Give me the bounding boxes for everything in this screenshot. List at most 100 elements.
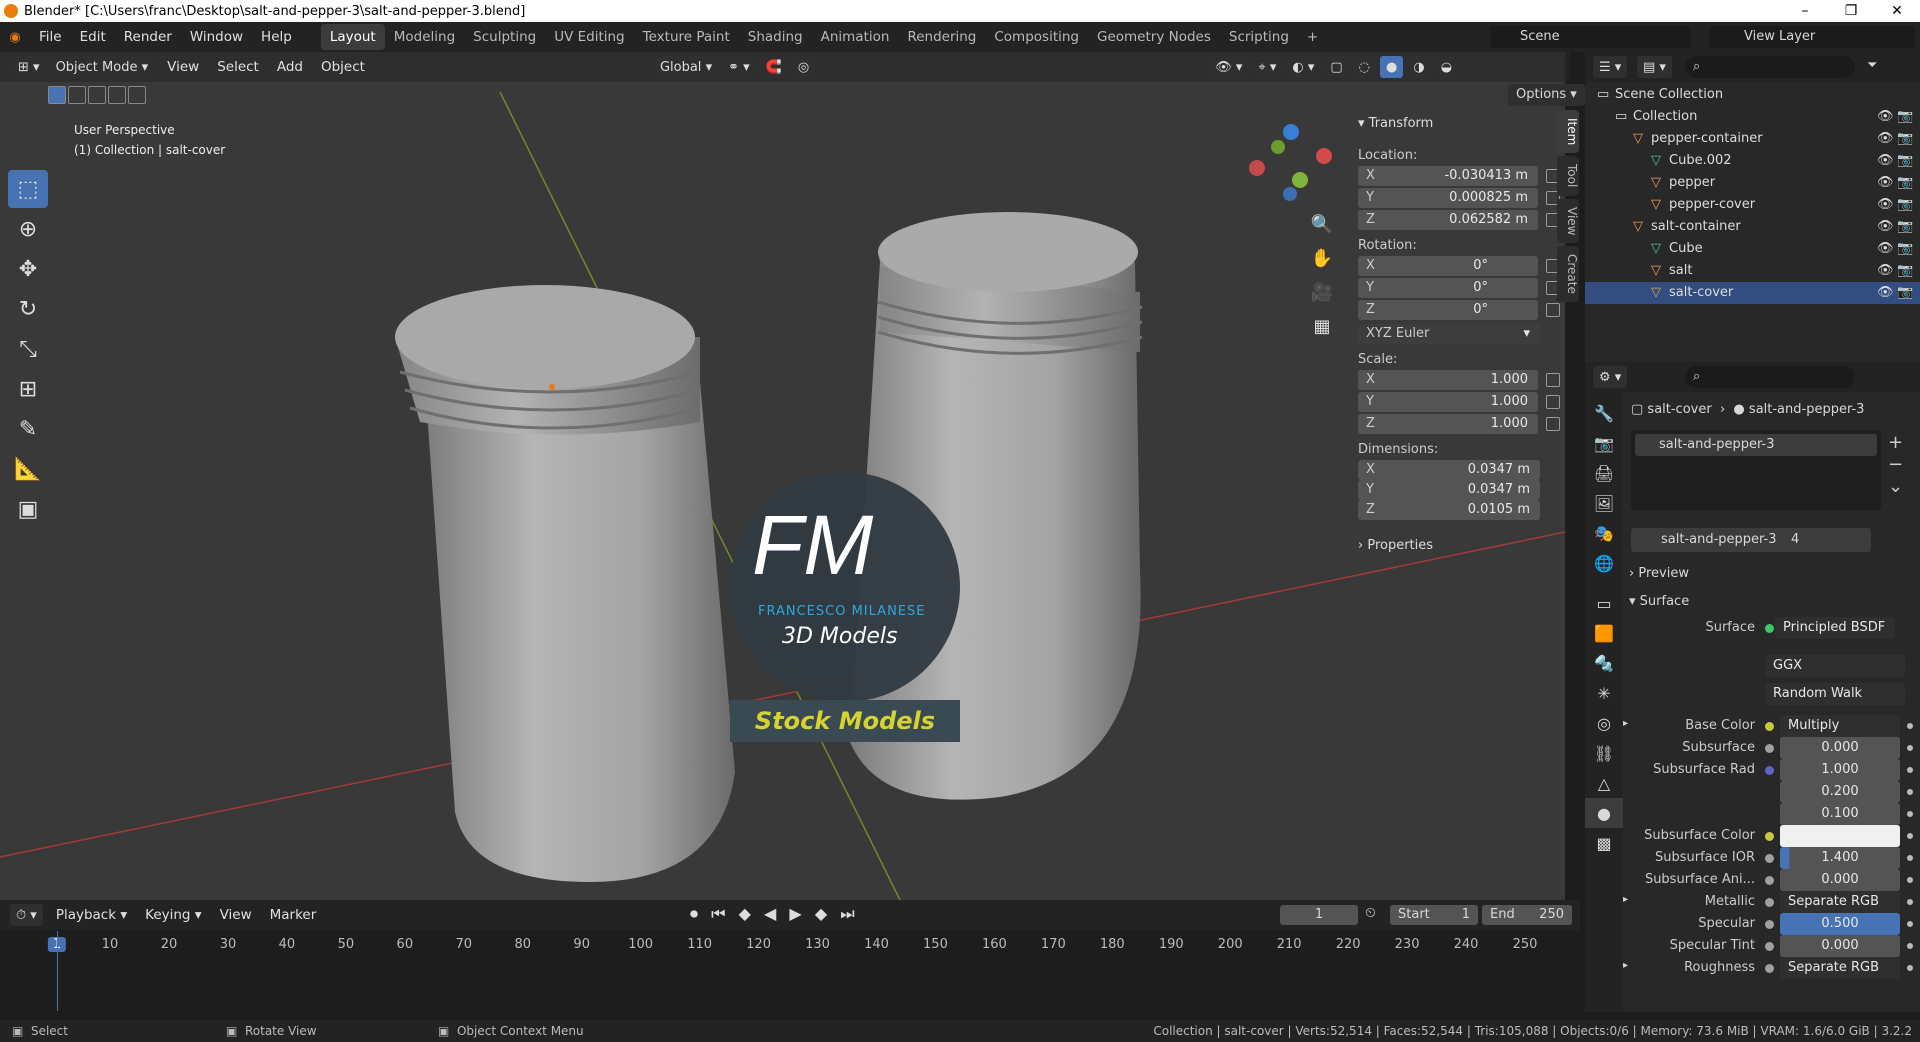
cursor-tool[interactable]: ⊕ [8, 210, 48, 248]
shading-material-icon[interactable]: ◑ [1407, 56, 1431, 78]
pivot-icon[interactable]: ⚭ ▾ [722, 56, 756, 78]
keyframe-dot[interactable] [1907, 745, 1913, 751]
property-link-field[interactable]: Multiply [1780, 715, 1900, 737]
particles-icon[interactable]: ✳ [1585, 678, 1623, 708]
xray-icon[interactable]: ▢ [1324, 56, 1349, 78]
property-value-field[interactable]: 0.100 [1780, 803, 1900, 825]
tab-create[interactable]: Create [1557, 246, 1579, 302]
output-properties-icon[interactable]: 🖨 [1585, 458, 1623, 488]
salt-shaker[interactable] [395, 285, 735, 882]
scene-properties-icon[interactable]: 🎭 [1585, 518, 1623, 548]
rotation-mode-dropdown[interactable]: XYZ Euler ▾ [1358, 324, 1540, 344]
keyframe-dot[interactable] [1907, 965, 1913, 971]
filter-icon[interactable]: ⏷ [1867, 58, 1877, 73]
keyframe-dot[interactable] [1907, 943, 1913, 949]
shading-wireframe-icon[interactable]: ◌ [1352, 56, 1377, 78]
playhead[interactable] [57, 931, 58, 1011]
remove-slot-icon[interactable]: − [1888, 454, 1903, 476]
render-camera-icon[interactable]: 📷 [1897, 109, 1913, 124]
tab-rendering[interactable]: Rendering [898, 24, 985, 50]
options-dropdown[interactable]: Options ▾ [1508, 84, 1585, 106]
mode-dropdown[interactable]: Object Mode ▾ [49, 56, 155, 78]
select-subtract-icon[interactable] [88, 86, 106, 104]
world-properties-icon[interactable]: 🌐 [1585, 548, 1623, 578]
material-datablock[interactable]: salt-and-pepper-3 4 [1631, 528, 1871, 552]
visibility-eye-icon[interactable]: 👁 [1877, 285, 1894, 300]
keyframe-dot[interactable] [1907, 811, 1913, 817]
preview-panel-header[interactable]: › Preview [1629, 566, 1689, 581]
rotation-y-field[interactable]: Y 0° [1358, 278, 1538, 298]
visibility-icon[interactable]: 👁 ▾ [1209, 56, 1249, 78]
property-value-field[interactable]: 0.200 [1780, 781, 1900, 803]
tab-scripting[interactable]: Scripting [1220, 24, 1298, 50]
visibility-eye-icon[interactable]: 👁 [1877, 131, 1894, 146]
location-y-field[interactable]: Y 0.000825 m [1358, 188, 1538, 208]
tab-texture-paint[interactable]: Texture Paint [634, 24, 739, 50]
lock-icon[interactable] [1546, 417, 1560, 431]
socket-dot[interactable] [1765, 854, 1774, 863]
visibility-eye-icon[interactable]: 👁 [1877, 241, 1894, 256]
location-z-field[interactable]: Z 0.062582 m [1358, 210, 1538, 230]
rotation-z-field[interactable]: Z 0° [1358, 300, 1538, 320]
render-properties-icon[interactable]: 📷 [1585, 428, 1623, 458]
view-layer-selector[interactable]: View Layer [1710, 26, 1915, 48]
editor-type-button[interactable]: ⏱ ▾ [10, 904, 43, 926]
outliner-item[interactable]: ▽ pepper 👁 📷 [1585, 172, 1920, 194]
blender-menu-icon[interactable]: ◉ [0, 30, 30, 45]
render-camera-icon[interactable]: 📷 [1897, 285, 1913, 300]
move-tool[interactable]: ✥ [8, 250, 48, 288]
socket-dot[interactable] [1765, 964, 1774, 973]
outliner-item[interactable]: ▭ Scene Collection [1585, 84, 1920, 106]
camera-icon[interactable]: 🎥 [1310, 276, 1334, 310]
outliner-item[interactable]: ▽ Cube.002 👁 📷 [1585, 150, 1920, 172]
physics-icon[interactable]: ◎ [1585, 708, 1623, 738]
select-intersect-icon[interactable] [128, 86, 146, 104]
shading-solid-icon[interactable]: ● [1380, 56, 1404, 78]
keyframe-dot[interactable] [1907, 855, 1913, 861]
location-x-field[interactable]: X -0.030413 m [1358, 166, 1538, 186]
viewport-menu-object[interactable]: Object [312, 59, 374, 75]
select-new-icon[interactable] [48, 86, 66, 104]
sss-method-dropdown[interactable]: Random Walk [1765, 683, 1905, 705]
visibility-eye-icon[interactable]: 👁 [1877, 175, 1894, 190]
select-invert-icon[interactable] [108, 86, 126, 104]
jump-end-icon[interactable]: ⏭ [840, 904, 858, 923]
keyframe-dot[interactable] [1907, 921, 1913, 927]
tab-tool[interactable]: Tool [1557, 156, 1579, 196]
menu-file[interactable]: File [30, 29, 71, 45]
clock-icon[interactable]: ⏲ [1365, 905, 1376, 921]
render-camera-icon[interactable]: 📷 [1897, 241, 1913, 256]
next-keyframe-icon[interactable]: ◆ [815, 904, 831, 923]
collection-properties-icon[interactable]: ▭ [1585, 588, 1623, 618]
minimize-icon[interactable]: – [1782, 0, 1828, 22]
tab-view[interactable]: View [1557, 198, 1579, 244]
menu-help[interactable]: Help [252, 29, 301, 45]
tab-animation[interactable]: Animation [812, 24, 899, 50]
editor-type-button[interactable]: ☰ ▾ [1593, 56, 1628, 78]
editor-type-button[interactable]: ⚙ ▾ [1593, 366, 1628, 388]
outliner-search-input[interactable]: ⌕ [1685, 56, 1855, 78]
keyframe-dot[interactable] [1907, 877, 1913, 883]
add-workspace-button[interactable]: + [1298, 24, 1327, 50]
object-properties-icon[interactable]: 🟧 [1585, 618, 1623, 648]
material-properties-icon[interactable]: ● [1585, 798, 1623, 828]
jump-start-icon[interactable]: ⏮ [711, 904, 729, 923]
rotate-tool[interactable]: ↻ [8, 290, 48, 328]
visibility-eye-icon[interactable]: 👁 [1877, 197, 1894, 212]
start-frame-field[interactable]: Start 1 [1390, 905, 1478, 925]
tab-sculpting[interactable]: Sculpting [464, 24, 545, 50]
keyframe-dot[interactable] [1907, 833, 1913, 839]
slot-menu-icon[interactable]: ⌄ [1888, 476, 1903, 498]
socket-dot[interactable] [1765, 744, 1774, 753]
render-camera-icon[interactable]: 📷 [1897, 175, 1913, 190]
modifier-properties-icon[interactable]: 🔩 [1585, 648, 1623, 678]
menu-window[interactable]: Window [181, 29, 252, 45]
outliner-item[interactable]: ▽ salt-container 👁 📷 [1585, 216, 1920, 238]
keyframe-dot[interactable] [1907, 899, 1913, 905]
keyframe-dot[interactable] [1907, 767, 1913, 773]
tab-geometry-nodes[interactable]: Geometry Nodes [1088, 24, 1220, 50]
properties-subpanel-header[interactable]: › Properties [1358, 538, 1433, 553]
proportional-edit-icon[interactable]: ◎ [791, 56, 816, 78]
overlays-icon[interactable]: ◐ ▾ [1286, 56, 1321, 78]
prev-keyframe-icon[interactable]: ◆ [739, 904, 755, 923]
